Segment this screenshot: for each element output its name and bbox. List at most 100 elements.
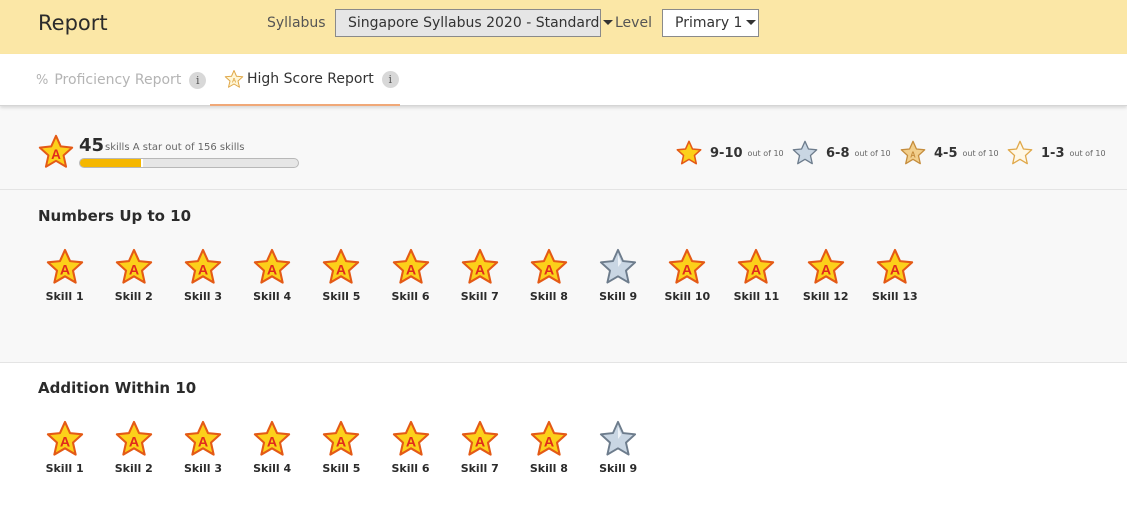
gold-star-icon: A — [461, 248, 498, 284]
skill-label: Skill 10 — [664, 290, 711, 303]
chevron-down-icon — [746, 20, 757, 25]
skill-label: Skill 9 — [599, 462, 638, 475]
svg-text:A: A — [475, 263, 485, 279]
star-outline-icon: A — [224, 70, 244, 88]
legend-range: 9-10 — [710, 145, 743, 161]
syllabus-label: Syllabus — [267, 15, 326, 31]
skill-label: Skill 2 — [114, 462, 153, 475]
skill-item[interactable]: Skill 9 — [584, 420, 653, 475]
svg-text:A: A — [129, 263, 139, 279]
gold-star-icon: A — [254, 248, 291, 284]
gold-star-icon: A — [530, 420, 568, 456]
svg-text:A: A — [198, 435, 208, 451]
svg-text:A: A — [544, 263, 554, 279]
skill-item[interactable]: A Skill 6 — [376, 248, 445, 303]
legend-item-gold: 9-10 out of 10 — [676, 140, 784, 166]
svg-text:A: A — [267, 435, 277, 451]
syllabus-select-value: Singapore Syllabus 2020 - Standard — [348, 15, 600, 31]
section-title: Numbers Up to 10 — [38, 207, 192, 225]
gold-star-icon: A — [807, 248, 844, 284]
level-select[interactable]: Primary 1 — [662, 9, 759, 37]
bronze-star-icon: A — [900, 140, 926, 165]
skill-item[interactable]: A Skill 3 — [168, 248, 237, 303]
skill-label: Skill 9 — [599, 290, 638, 303]
skill-item[interactable]: A Skill 1 — [30, 248, 99, 303]
gold-star-icon: A — [530, 248, 568, 284]
skill-item[interactable]: A Skill 3 — [168, 420, 237, 475]
skill-label: Skill 5 — [322, 290, 361, 303]
syllabus-select[interactable]: Singapore Syllabus 2020 - Standard — [335, 9, 614, 37]
gold-star-icon: A — [38, 134, 74, 168]
skill-item[interactable]: A Skill 4 — [238, 420, 307, 475]
gold-star-icon: A — [115, 248, 152, 284]
skill-label: Skill 6 — [391, 462, 430, 475]
chevron-down-icon — [603, 20, 614, 25]
skill-item[interactable]: A Skill 13 — [860, 248, 929, 303]
skill-item[interactable]: A Skill 12 — [791, 248, 860, 303]
skill-item[interactable]: A Skill 6 — [376, 420, 445, 475]
svg-text:A: A — [475, 435, 485, 451]
tab-high-score-report[interactable]: A High Score Report i — [210, 54, 400, 106]
tab-proficiency-report[interactable]: % Proficiency Report i — [36, 54, 207, 106]
skill-item[interactable]: A Skill 8 — [514, 248, 583, 303]
info-icon[interactable]: i — [381, 70, 399, 88]
skill-item[interactable]: A Skill 10 — [653, 248, 722, 303]
a-star-count: 45 — [79, 135, 105, 156]
score-summary: A 45 skills A star out of 156 skills 9-1… — [0, 114, 1127, 190]
skill-item[interactable]: A Skill 7 — [445, 420, 514, 475]
skill-item[interactable]: A Skill 5 — [307, 248, 376, 303]
gold-star-icon: A — [184, 420, 222, 456]
svg-text:A: A — [405, 263, 415, 279]
skill-item[interactable]: Skill 9 — [584, 248, 653, 303]
a-star-summary-text: skills A star out of 156 skills — [105, 142, 245, 153]
skill-label: Skill 8 — [529, 462, 568, 475]
skill-item[interactable]: A Skill 8 — [514, 420, 583, 475]
skill-item[interactable]: A Skill 1 — [30, 420, 99, 475]
skill-list: A Skill 1 A Skill 2 A Skill 3 A Skill 4 A Skill 5… — [30, 420, 653, 475]
gold-star-icon: A — [46, 420, 83, 456]
gold-star-icon: A — [738, 248, 775, 284]
svg-text:A: A — [59, 435, 69, 451]
skill-label: Skill 1 — [45, 462, 84, 475]
skill-label: Skill 7 — [460, 290, 499, 303]
legend-range: 4-5 — [934, 145, 958, 161]
gold-star-icon: A — [392, 248, 429, 284]
svg-text:A: A — [267, 263, 277, 279]
legend-suffix: out of 10 — [1069, 148, 1106, 158]
skill-item[interactable]: A Skill 5 — [307, 420, 376, 475]
svg-text:A: A — [129, 435, 139, 451]
skill-list: A Skill 1 A Skill 2 A Skill 3 A Skill 4 A Skill 5… — [30, 248, 929, 303]
gold-star-icon: A — [46, 248, 83, 284]
section-title: Addition Within 10 — [38, 379, 197, 397]
level-label: Level — [615, 15, 652, 31]
a-star-progress-bar — [79, 158, 299, 168]
skill-label: Skill 8 — [529, 290, 568, 303]
legend-range: 6-8 — [826, 145, 850, 161]
svg-text:A: A — [232, 79, 237, 85]
svg-text:A: A — [405, 435, 415, 451]
page-title: Report — [38, 11, 108, 35]
skill-item[interactable]: A Skill 2 — [99, 248, 168, 303]
outline-star-icon — [1007, 140, 1033, 165]
skill-item[interactable]: A Skill 4 — [238, 248, 307, 303]
skill-label: Skill 4 — [253, 290, 292, 303]
svg-text:A: A — [751, 263, 761, 279]
svg-text:A: A — [59, 263, 69, 279]
skill-item[interactable]: A Skill 7 — [445, 248, 514, 303]
info-icon[interactable]: i — [189, 71, 207, 89]
skill-label: Skill 2 — [114, 290, 153, 303]
skill-item[interactable]: A Skill 11 — [722, 248, 791, 303]
gold-star-icon: A — [669, 248, 706, 284]
svg-text:A: A — [544, 435, 554, 451]
skill-label: Skill 4 — [253, 462, 292, 475]
svg-text:A: A — [910, 151, 916, 160]
legend-suffix: out of 10 — [854, 148, 891, 158]
skill-item[interactable]: A Skill 2 — [99, 420, 168, 475]
progress-fill — [80, 159, 143, 167]
skill-label: Skill 5 — [322, 462, 361, 475]
top-header: Report Syllabus Singapore Syllabus 2020 … — [0, 0, 1127, 54]
skill-label: Skill 1 — [45, 290, 84, 303]
legend-suffix: out of 10 — [962, 148, 999, 158]
report-tabs: % Proficiency Report i A High Score Repo… — [0, 54, 1127, 106]
svg-text:A: A — [682, 263, 692, 279]
